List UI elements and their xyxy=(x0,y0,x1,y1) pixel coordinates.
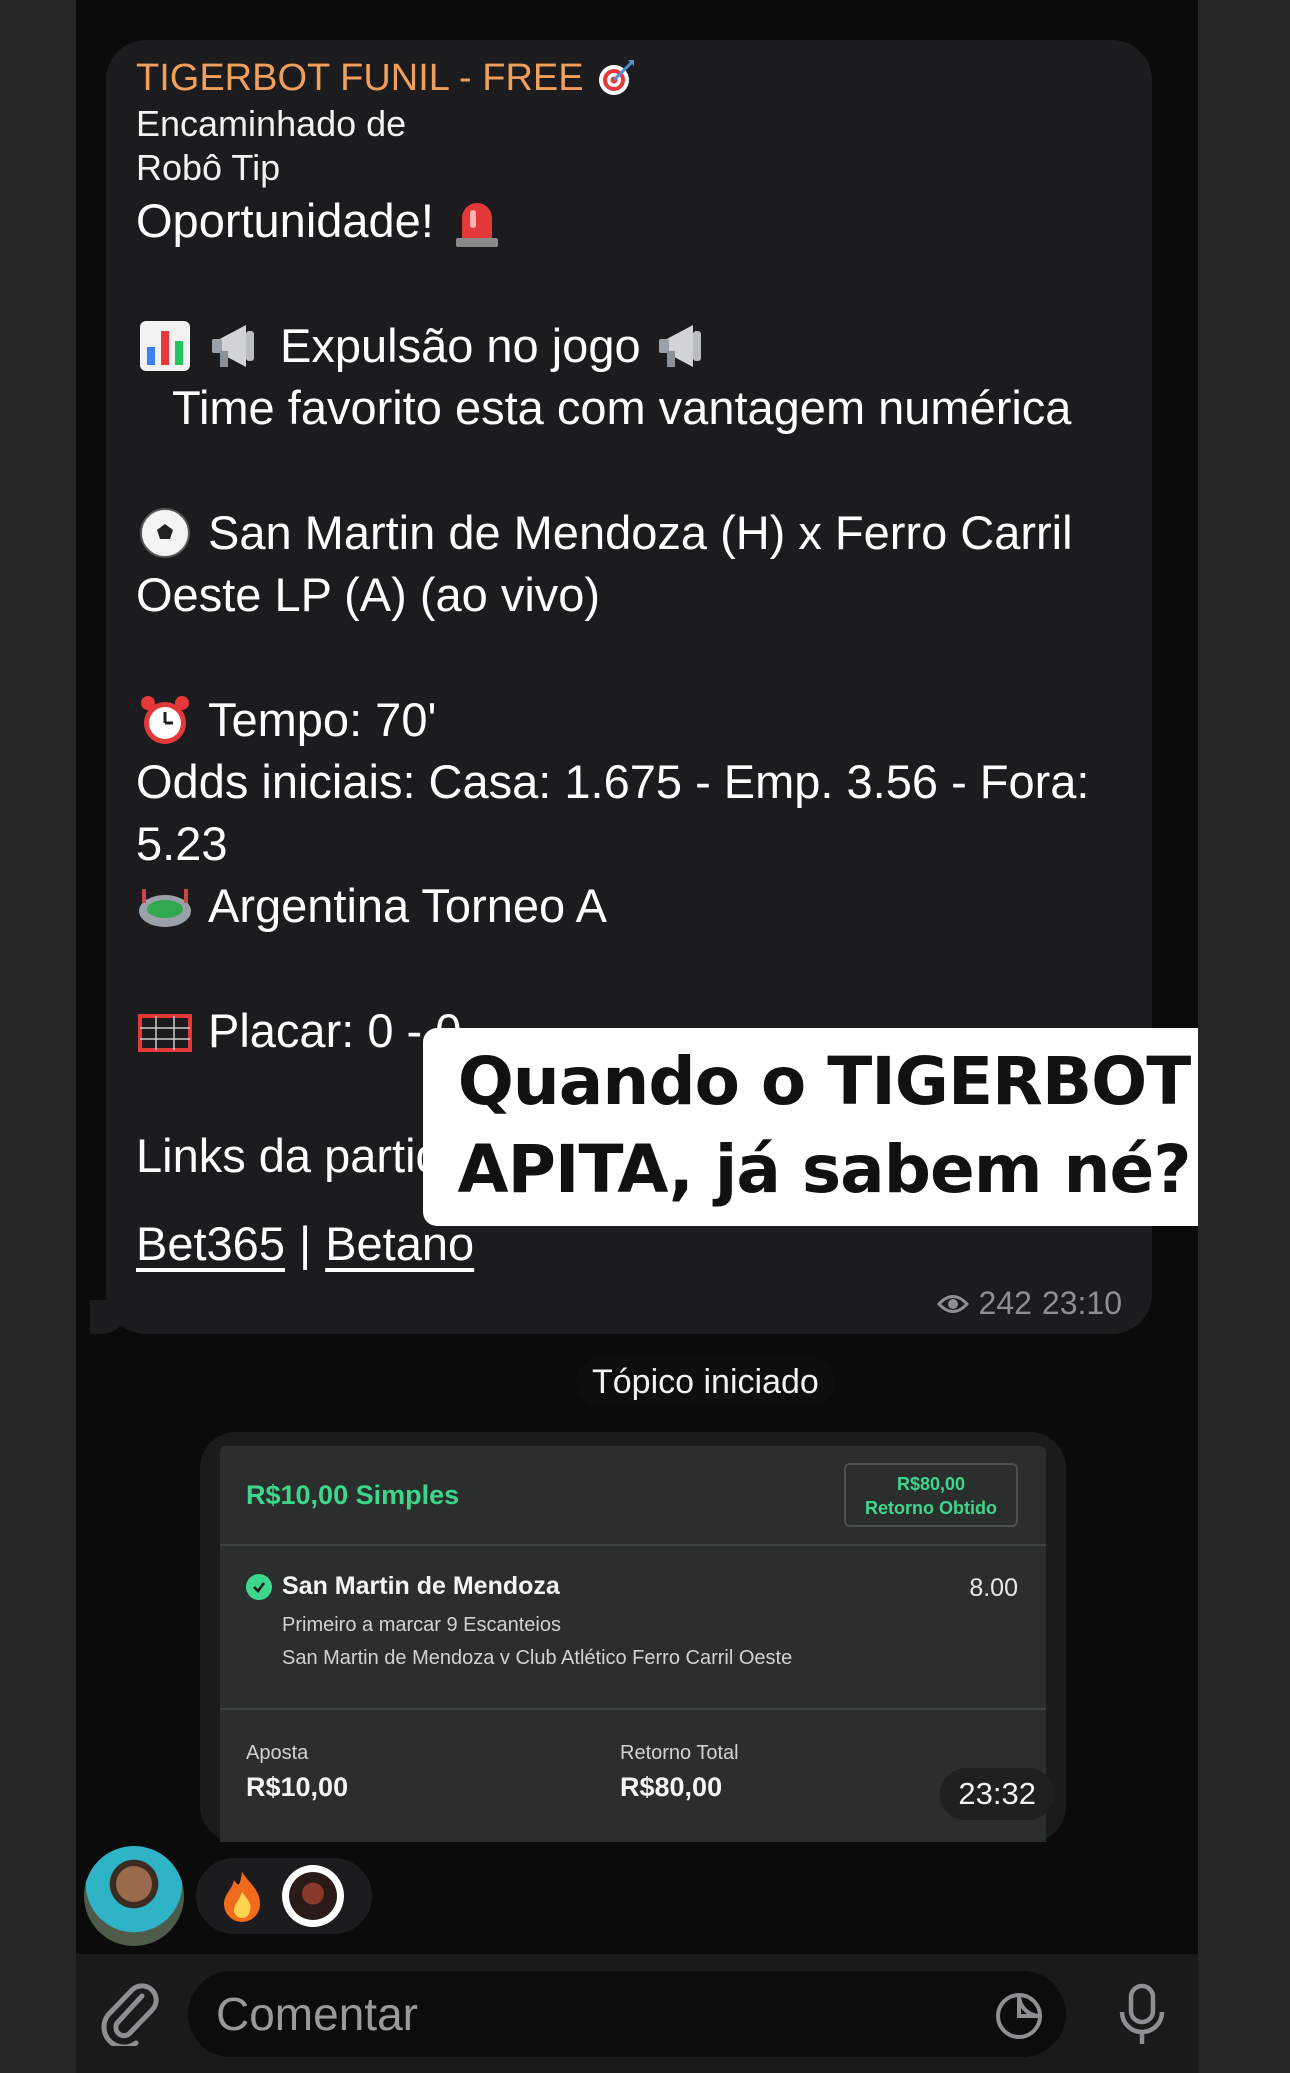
comment-input[interactable] xyxy=(216,1987,936,2041)
total-return-label: Retorno Total xyxy=(620,1742,739,1764)
return-obtained-box: R$80,00 Retorno Obtido xyxy=(844,1463,1018,1527)
selection-odd: 8.00 xyxy=(969,1574,1018,1602)
bet-message-time: 23:32 xyxy=(940,1768,1054,1820)
overlay-line-2: APITA, já sabem né? xyxy=(457,1131,1191,1208)
opportunity-text: Oportunidade! xyxy=(136,194,434,247)
odds-line-2: 5.23 xyxy=(136,817,228,870)
siren-icon xyxy=(455,203,498,247)
selection-team: San Martin de Mendoza xyxy=(282,1572,560,1600)
check-icon xyxy=(246,1573,272,1600)
comment-bar xyxy=(76,1954,1198,2073)
bet-slip-title: R$10,00 Simples xyxy=(246,1479,460,1510)
link-separator: | xyxy=(298,1217,312,1270)
bar-chart-icon xyxy=(140,321,190,371)
bet-slip-footer: Aposta R$10,00 Retorno Total R$80,00 xyxy=(220,1710,1046,1806)
alarm-clock-icon xyxy=(141,696,189,744)
bet-selection: San Martin de Mendoza 8.00 Primeiro a ma… xyxy=(220,1546,1046,1710)
match-line-2: Oeste LP (A) (ao vivo) xyxy=(136,568,601,621)
odds-line-1: Odds iniciais: Casa: 1.675 - Emp. 3.56 -… xyxy=(136,755,1090,808)
selection-market: Primeiro a marcar 9 Escanteios xyxy=(282,1614,561,1636)
left-backdrop xyxy=(0,0,76,2073)
eye-icon xyxy=(936,1294,969,1313)
view-count: 242 xyxy=(978,1285,1032,1321)
selection-event: San Martin de Mendoza v Club Atlético Fe… xyxy=(282,1647,793,1669)
bet-slip: R$10,00 Simples R$80,00 Retorno Obtido S… xyxy=(220,1446,1054,1842)
sticker-icon[interactable] xyxy=(994,1991,1044,2041)
message-time: 23:10 xyxy=(1041,1285,1122,1321)
reactor-avatar[interactable] xyxy=(282,1865,344,1927)
comment-field[interactable] xyxy=(188,1971,1066,2057)
advantage-text: Time favorito esta com vantagem numérica xyxy=(172,381,1072,434)
return-obtained-amount: R$80,00 xyxy=(896,1474,966,1494)
league-text: Argentina Torneo A xyxy=(208,879,607,932)
stadium-icon xyxy=(139,889,191,927)
bet-slip-header: R$10,00 Simples R$80,00 Retorno Obtido xyxy=(220,1446,1046,1546)
sender-avatar[interactable] xyxy=(84,1846,184,1946)
right-backdrop xyxy=(1198,0,1290,2073)
overlay-line-1: Quando o TIGERBOT xyxy=(457,1043,1192,1120)
megaphone-icon xyxy=(212,325,254,367)
soccer-ball-icon xyxy=(140,508,190,558)
reactions-bar[interactable] xyxy=(196,1858,372,1934)
channel-name[interactable]: TIGERBOT FUNIL - FREE xyxy=(136,54,1122,102)
expulsion-text: Expulsão no jogo xyxy=(280,319,641,372)
total-return-value: R$80,00 xyxy=(620,1772,723,1802)
channel-name-text: TIGERBOT FUNIL - FREE xyxy=(136,57,584,99)
time-text: Tempo: 70' xyxy=(208,693,437,746)
return-obtained-label: Retorno Obtido xyxy=(865,1498,997,1518)
forwarded-from[interactable]: Robô Tip xyxy=(136,146,1122,190)
topic-started-pill: Tópico iniciado xyxy=(576,1357,835,1407)
fire-icon[interactable] xyxy=(220,1870,264,1922)
bet365-link[interactable]: Bet365 xyxy=(136,1213,285,1275)
goal-icon xyxy=(138,1014,192,1052)
mic-icon[interactable] xyxy=(1114,1982,1170,2048)
story-caption-overlay: Quando o TIGERBOT APITA, já sabem né? xyxy=(423,1028,1198,1226)
paperclip-icon[interactable] xyxy=(98,1978,160,2046)
megaphone-icon xyxy=(658,325,701,367)
stake-label: Aposta xyxy=(246,1742,309,1764)
forwarded-label: Encaminhado de xyxy=(136,103,407,144)
bet-slip-image[interactable]: R$10,00 Simples R$80,00 Retorno Obtido S… xyxy=(200,1432,1066,1842)
match-line-1: San Martin de Mendoza (H) x Ferro Carril xyxy=(208,506,1073,559)
message-meta: 242 23:10 xyxy=(936,1285,1122,1322)
stake-value: R$10,00 xyxy=(246,1772,349,1802)
chat-area: TIGERBOT FUNIL - FREE Encaminhado de Rob… xyxy=(76,0,1198,2073)
dart-icon xyxy=(598,60,634,95)
